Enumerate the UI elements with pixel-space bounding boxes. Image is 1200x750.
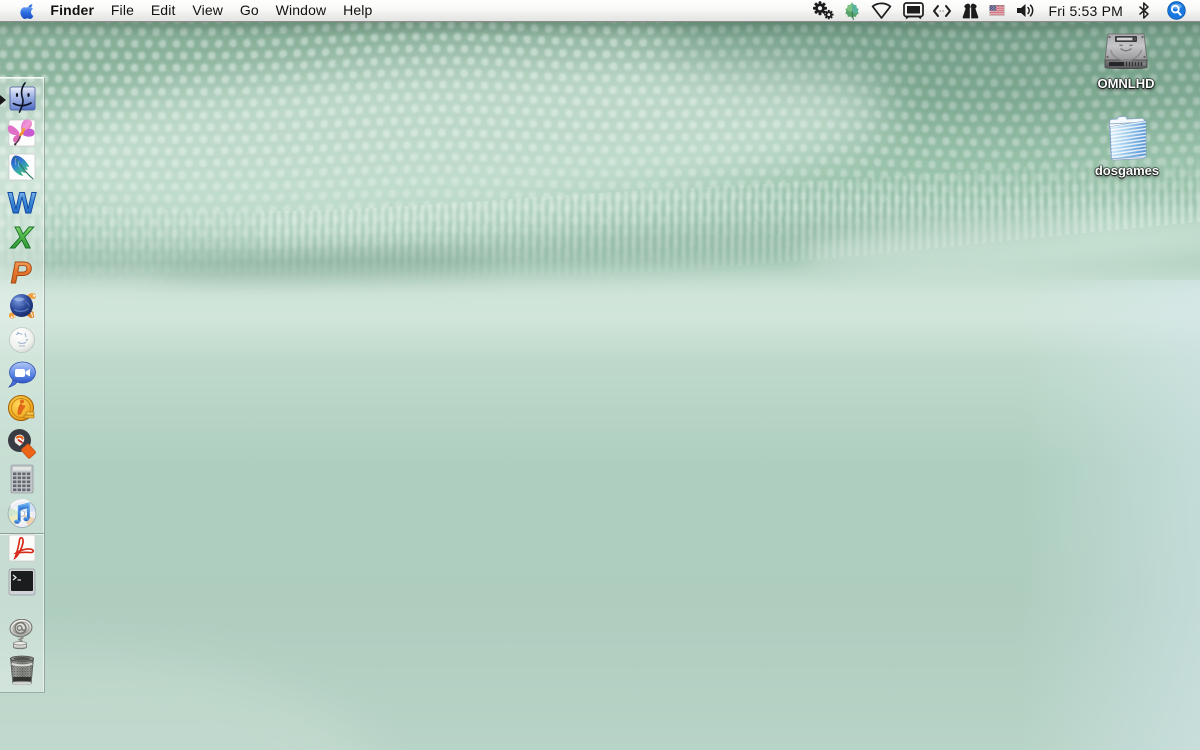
svg-text:W: W [8, 187, 37, 218]
svg-text:P: P [11, 255, 32, 287]
svg-text:X: X [10, 220, 35, 252]
